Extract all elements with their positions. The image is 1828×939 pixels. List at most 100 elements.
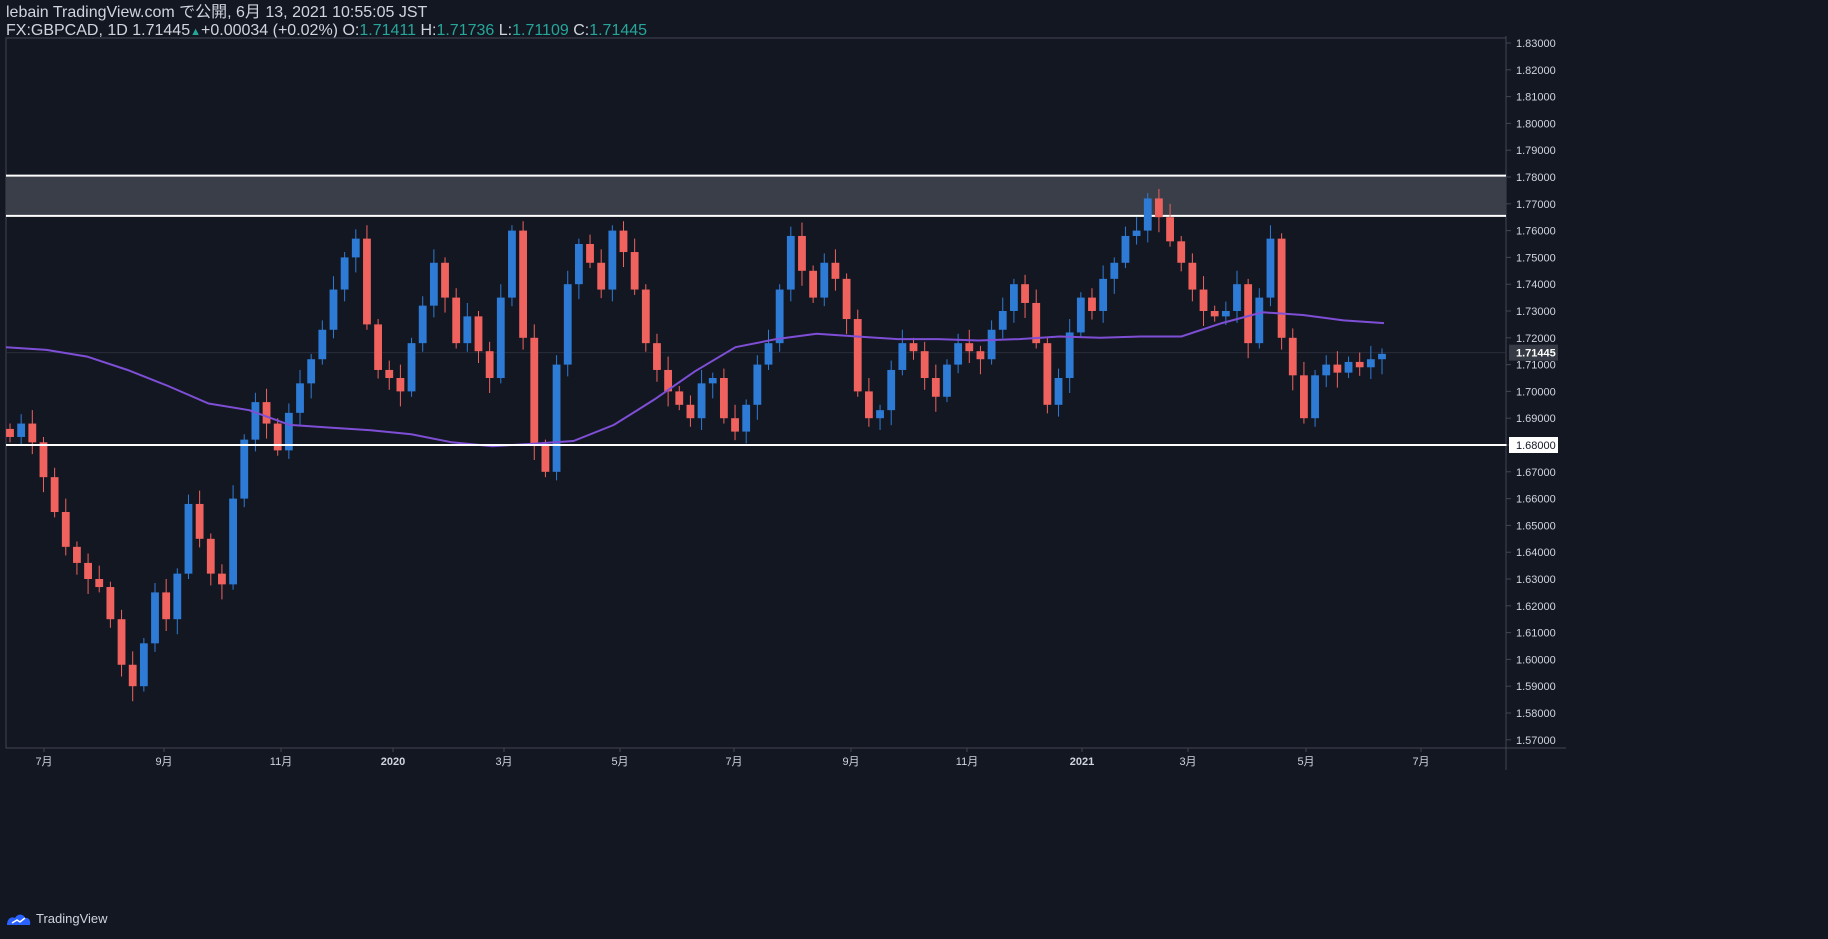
candle-body xyxy=(407,343,416,392)
candle-body xyxy=(396,378,405,392)
candle-body xyxy=(385,369,394,378)
candle-body xyxy=(1132,230,1141,236)
y-tick-label: 1.63000 xyxy=(1516,574,1556,586)
candle-body xyxy=(173,573,182,620)
candle-body xyxy=(39,442,48,478)
y-tick-label: 1.73000 xyxy=(1516,306,1556,318)
candle-body xyxy=(842,278,851,320)
candle-body xyxy=(786,235,795,290)
y-tick-label: 1.69000 xyxy=(1516,413,1556,425)
price-chart[interactable]: 1.83000 1.82000 1.81000 1.80000 1.79000 1.780… xyxy=(0,0,1828,939)
candle-body xyxy=(1277,238,1286,338)
candle-body xyxy=(742,404,751,432)
candle-body xyxy=(329,289,338,330)
candle-body xyxy=(798,235,806,271)
y-tick-label: 1.77000 xyxy=(1516,199,1556,211)
candle-body xyxy=(1355,361,1364,368)
candle-body xyxy=(987,329,996,360)
candle-body xyxy=(340,257,349,290)
candle-body xyxy=(206,538,215,574)
y-tick-label: 1.61000 xyxy=(1516,628,1556,640)
price-label: 1.71445 xyxy=(1516,348,1556,360)
y-tick-label: 1.83000 xyxy=(1516,38,1556,50)
candle-body xyxy=(240,439,249,499)
candle-body xyxy=(574,244,583,285)
candle-body xyxy=(608,230,617,290)
candle-body xyxy=(552,364,561,472)
x-tick-label: 5月 xyxy=(1297,756,1314,768)
y-tick-label: 1.71000 xyxy=(1516,360,1556,372)
candle-body xyxy=(1155,198,1163,218)
candle-body xyxy=(1188,262,1197,290)
candle-body xyxy=(61,512,70,547)
candle-body xyxy=(1121,235,1130,263)
candle-body xyxy=(1366,359,1375,368)
candle-body xyxy=(541,445,550,472)
candle-body xyxy=(1333,364,1342,373)
footer-brand[interactable]: TradingView xyxy=(6,911,108,926)
candle-body xyxy=(1311,375,1319,419)
y-tick-label: 1.59000 xyxy=(1516,681,1556,693)
candle-body xyxy=(1255,297,1264,344)
candle-body xyxy=(519,230,528,338)
candle-body xyxy=(775,289,784,344)
x-tick-label: 7月 xyxy=(725,756,742,768)
candle-body xyxy=(307,359,316,384)
y-tick-label: 1.72000 xyxy=(1516,333,1556,345)
candle-body xyxy=(363,238,371,325)
y-tick-label: 1.81000 xyxy=(1516,92,1556,104)
candle-body xyxy=(1043,343,1052,405)
candle-body xyxy=(262,402,271,424)
candle-body xyxy=(50,477,59,512)
candle-body xyxy=(1009,284,1018,311)
tradingview-logo-icon xyxy=(7,914,31,925)
y-tick-label: 1.78000 xyxy=(1516,172,1556,184)
x-tick-label: 2020 xyxy=(381,756,405,768)
y-tick-label: 1.75000 xyxy=(1516,252,1556,264)
candle-body xyxy=(139,643,148,687)
candle-body xyxy=(229,498,237,585)
x-tick-label: 3月 xyxy=(1179,756,1196,768)
candle-body xyxy=(1221,311,1230,317)
candle-body xyxy=(463,316,472,344)
y-tick-label: 1.76000 xyxy=(1516,226,1556,238)
candle-body xyxy=(853,319,862,392)
candle-body xyxy=(1300,375,1308,419)
candle-body xyxy=(708,378,717,384)
candle-body xyxy=(1065,332,1074,378)
candle-body xyxy=(73,546,81,563)
candle-body xyxy=(452,297,461,344)
candle-body xyxy=(1199,289,1208,311)
candle-body xyxy=(931,378,940,397)
candle-body xyxy=(128,664,137,687)
candle-body xyxy=(898,343,907,370)
candle-body xyxy=(1233,284,1241,311)
candle-body xyxy=(28,423,37,443)
x-tick-label: 7月 xyxy=(35,756,52,768)
candle-body xyxy=(1166,217,1174,242)
y-tick-label: 1.65000 xyxy=(1516,520,1556,532)
candle-body xyxy=(920,351,929,378)
x-tick-label: 5月 xyxy=(611,756,628,768)
candle-body xyxy=(1088,297,1096,311)
candle-body xyxy=(218,573,226,585)
x-tick-label: 11月 xyxy=(270,756,292,768)
candle-body xyxy=(1266,238,1275,298)
candle-body xyxy=(117,619,126,665)
candle-body xyxy=(1322,364,1331,376)
candle-body xyxy=(943,364,951,397)
candle-body xyxy=(1076,297,1085,333)
brand-label: TradingView xyxy=(36,911,108,926)
candle-body xyxy=(485,351,494,378)
candle-body xyxy=(675,391,684,405)
candle-body xyxy=(641,289,650,344)
candle-body xyxy=(530,337,539,445)
candle-body xyxy=(764,343,773,365)
candle-body xyxy=(1288,337,1297,376)
candle-body xyxy=(195,503,204,539)
candle-body xyxy=(753,364,762,405)
candle-body xyxy=(597,262,606,290)
candle-body xyxy=(820,262,829,298)
candle-body xyxy=(106,587,115,620)
candle-body xyxy=(864,391,873,419)
